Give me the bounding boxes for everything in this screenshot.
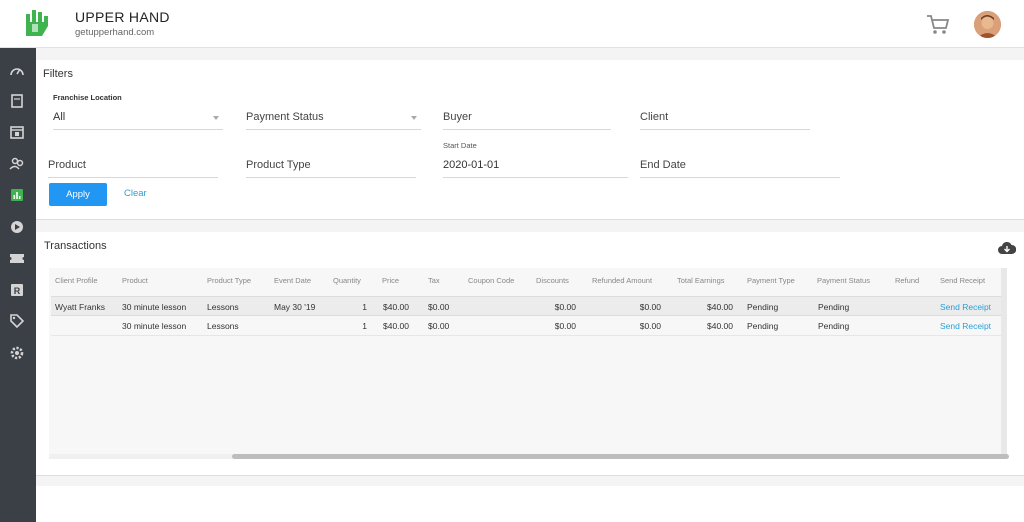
cell-product-type: Lessons xyxy=(207,321,239,331)
product-type-placeholder: Product Type xyxy=(246,159,311,171)
start-date-value: 2020-01-01 xyxy=(443,159,500,171)
cell-payment-status: Pending xyxy=(818,302,850,312)
franchise-location-label: Franchise Location xyxy=(53,93,122,102)
scrollbar-thumb[interactable] xyxy=(232,454,1009,459)
sidebar: R xyxy=(0,48,36,522)
resources-icon[interactable]: R xyxy=(8,281,26,299)
vertical-scrollbar[interactable] xyxy=(1001,268,1007,458)
cloud-download-icon[interactable] xyxy=(998,241,1016,255)
table-row[interactable]: 30 minute lesson Lessons 1 $40.00 $0.00 … xyxy=(51,316,1001,336)
transactions-table: Client Profile Product Product Type Even… xyxy=(49,268,1009,459)
cell-total: $40.00 xyxy=(707,321,733,331)
cell-client: Wyatt Franks xyxy=(55,302,105,312)
cell-refunded: $0.00 xyxy=(639,321,661,331)
start-date-field[interactable]: Start Date 2020-01-01 xyxy=(443,141,628,178)
column-header[interactable]: Quantity xyxy=(333,276,361,285)
cell-product-type: Lessons xyxy=(207,302,239,312)
marketing-icon[interactable] xyxy=(8,218,26,236)
column-header[interactable]: Total Earnings xyxy=(677,276,725,285)
franchise-location-select[interactable]: Franchise Location All xyxy=(53,93,223,130)
start-date-label: Start Date xyxy=(443,141,477,150)
calendar-icon[interactable] xyxy=(8,123,26,141)
cell-product: 30 minute lesson xyxy=(122,302,187,312)
end-date-placeholder: End Date xyxy=(640,159,686,171)
column-header[interactable]: Price xyxy=(382,276,399,285)
cell-quantity: 1 xyxy=(362,321,367,331)
column-header[interactable]: Payment Status xyxy=(817,276,870,285)
buyer-placeholder: Buyer xyxy=(443,111,472,123)
ticket-icon[interactable] xyxy=(8,249,26,267)
cell-event-date: May 30 '19 xyxy=(274,302,316,312)
column-header[interactable]: Send Receipt xyxy=(940,276,985,285)
apply-button[interactable]: Apply xyxy=(49,183,107,206)
book-icon[interactable] xyxy=(8,92,26,110)
cell-tax: $0.00 xyxy=(428,302,450,312)
product-type-field[interactable]: Product Type xyxy=(246,154,416,178)
column-header[interactable]: Payment Type xyxy=(747,276,795,285)
buyer-field[interactable]: Buyer xyxy=(443,106,611,130)
cell-payment-type: Pending xyxy=(747,302,779,312)
cell-discounts: $0.00 xyxy=(554,321,576,331)
users-icon[interactable] xyxy=(8,154,26,172)
column-header[interactable]: Client Profile xyxy=(55,276,98,285)
client-field[interactable]: Client xyxy=(640,106,810,130)
filters-title: Filters xyxy=(43,68,73,80)
column-header[interactable]: Coupon Code xyxy=(468,276,514,285)
cell-refunded: $0.00 xyxy=(639,302,661,312)
franchise-location-value: All xyxy=(53,111,66,123)
chevron-down-icon xyxy=(213,116,219,120)
cell-price: $40.00 xyxy=(383,302,409,312)
top-bar: UPPER HAND getupperhand.com xyxy=(0,0,1024,48)
cell-payment-type: Pending xyxy=(747,321,779,331)
cell-payment-status: Pending xyxy=(818,321,850,331)
footer-area xyxy=(36,486,1024,522)
brand-url: getupperhand.com xyxy=(75,27,155,38)
payment-status-select[interactable]: Payment Status xyxy=(246,106,421,130)
end-date-field[interactable]: End Date xyxy=(640,154,840,178)
dashboard-icon[interactable] xyxy=(8,62,26,80)
cell-quantity: 1 xyxy=(362,302,367,312)
cart-icon[interactable] xyxy=(926,14,950,36)
upper-hand-logo[interactable] xyxy=(22,8,50,38)
cell-price: $40.00 xyxy=(383,321,409,331)
column-header[interactable]: Refund xyxy=(895,276,919,285)
column-header[interactable]: Product xyxy=(122,276,148,285)
clear-button[interactable]: Clear xyxy=(124,188,147,199)
client-placeholder: Client xyxy=(640,111,669,123)
send-receipt-link[interactable]: Send Receipt xyxy=(940,321,991,331)
transactions-panel: Transactions Client Profile Product Prod… xyxy=(36,232,1024,476)
transactions-title: Transactions xyxy=(44,240,107,252)
product-placeholder: Product xyxy=(48,159,86,171)
column-header[interactable]: Event Date xyxy=(274,276,311,285)
cell-product: 30 minute lesson xyxy=(122,321,187,331)
send-receipt-link[interactable]: Send Receipt xyxy=(940,302,991,312)
column-header[interactable]: Discounts xyxy=(536,276,569,285)
product-field[interactable]: Product xyxy=(48,154,218,178)
column-header[interactable]: Tax xyxy=(428,276,440,285)
brand-name: UPPER HAND xyxy=(75,9,170,25)
payment-status-placeholder: Payment Status xyxy=(246,111,324,123)
column-header[interactable]: Product Type xyxy=(207,276,251,285)
reports-icon[interactable] xyxy=(8,186,26,204)
table-row[interactable]: Wyatt Franks 30 minute lesson Lessons Ma… xyxy=(51,296,1001,316)
cell-tax: $0.00 xyxy=(428,321,450,331)
cell-discounts: $0.00 xyxy=(554,302,576,312)
tag-icon[interactable] xyxy=(8,312,26,330)
horizontal-scrollbar[interactable] xyxy=(49,454,1009,459)
settings-icon[interactable] xyxy=(8,344,26,362)
cell-total: $40.00 xyxy=(707,302,733,312)
filters-panel: Filters Franchise Location All Payment S… xyxy=(36,60,1024,220)
column-header[interactable]: Refunded Amount xyxy=(592,276,652,285)
svg-text:R: R xyxy=(14,286,21,296)
chevron-down-icon xyxy=(411,116,417,120)
user-avatar[interactable] xyxy=(974,11,1001,38)
